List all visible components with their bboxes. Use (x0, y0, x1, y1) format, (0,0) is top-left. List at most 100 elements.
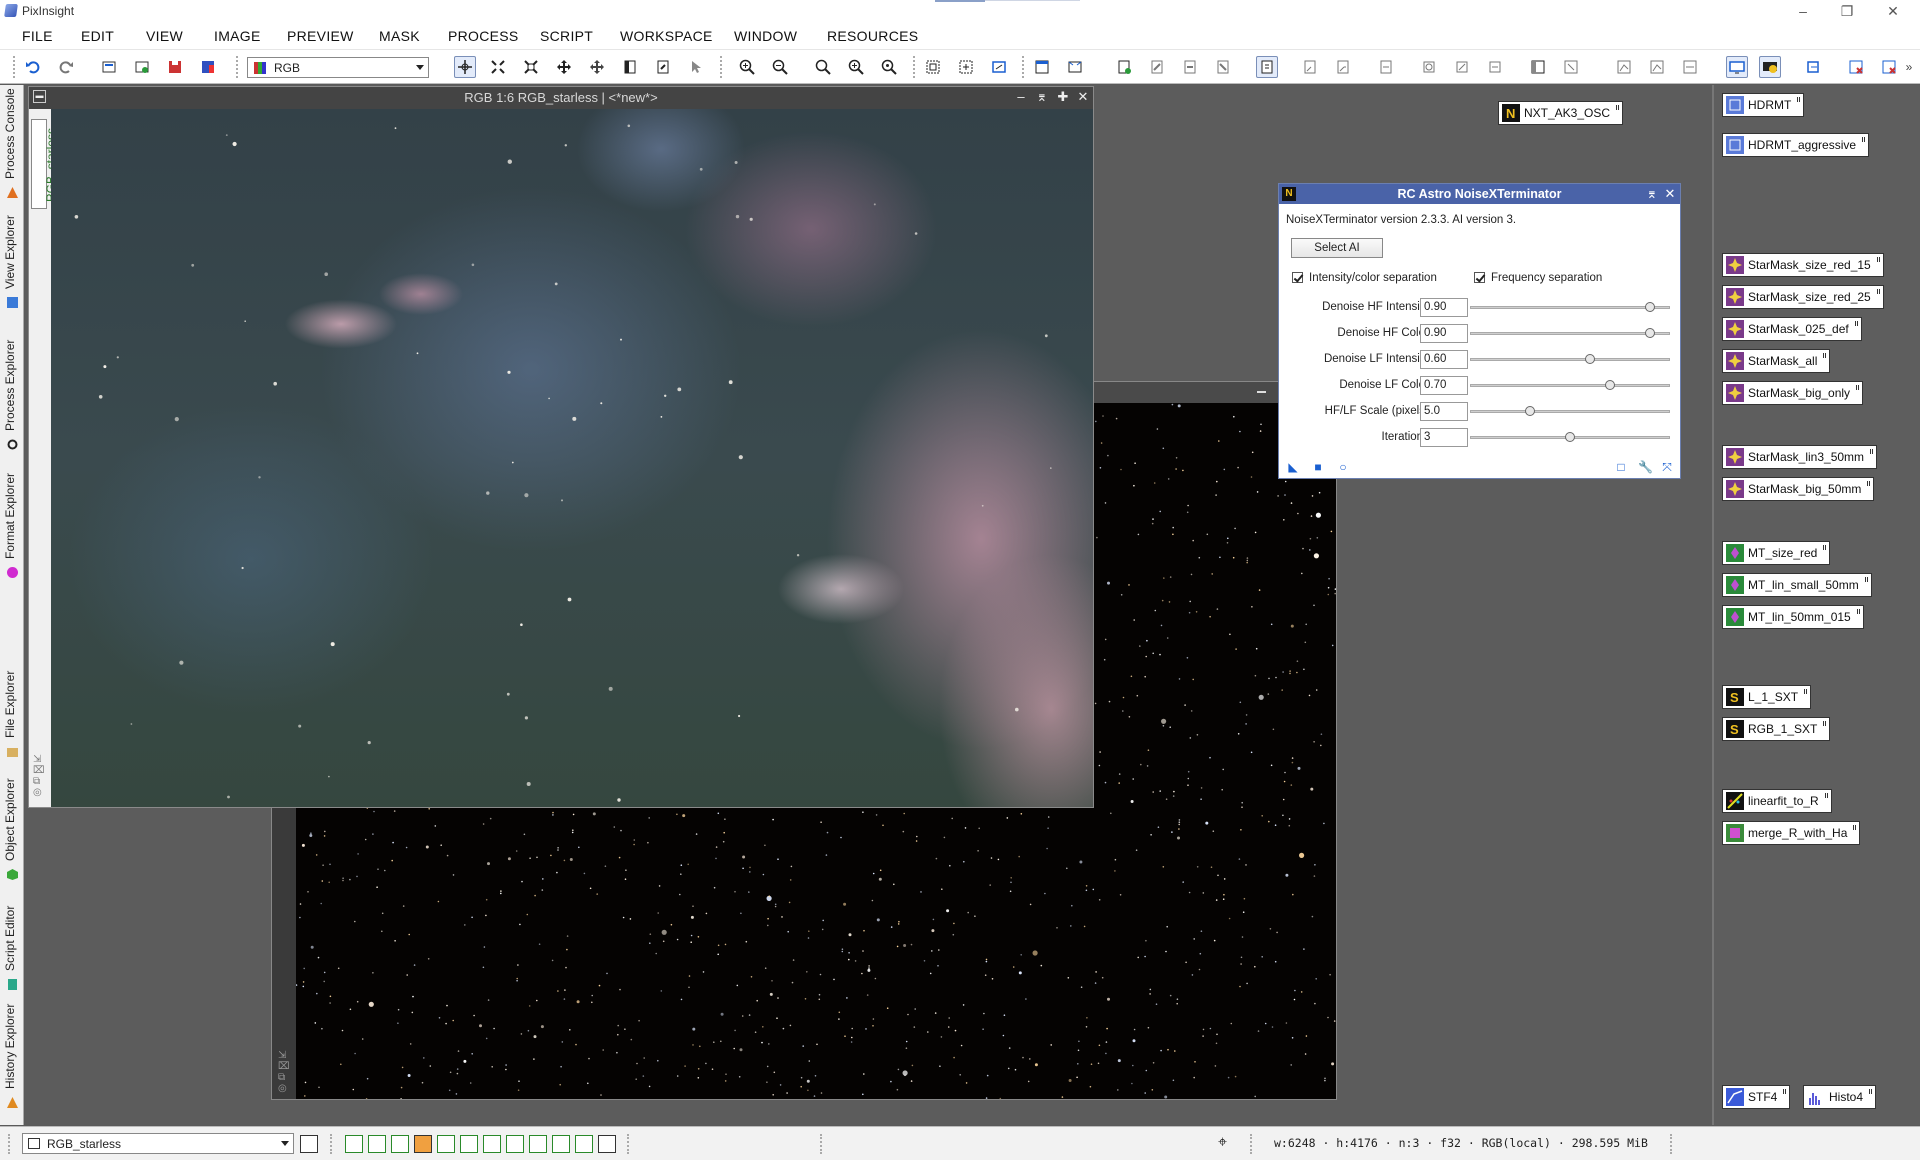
statusbar-grip-6[interactable] (1670, 1134, 1674, 1154)
screen-stf-alt-icon[interactable] (1759, 56, 1781, 78)
process-icon-mt-lin-small-50mm[interactable]: MT_lin_small_50mm (1722, 573, 1872, 597)
screen-stf-icon[interactable] (1726, 56, 1748, 78)
open-image-icon[interactable] (131, 56, 153, 78)
maximize-icon[interactable]: ✚ (1055, 89, 1071, 105)
process-icon-starmask-all[interactable]: StarMask_all (1722, 349, 1831, 373)
stf-icon[interactable] (1613, 56, 1635, 78)
pointer-icon[interactable] (685, 56, 707, 78)
zoom-1-1-icon[interactable] (812, 56, 834, 78)
process-icon-starmask-size-red-25[interactable]: StarMask_size_red_25 (1722, 285, 1884, 309)
param-value-input[interactable]: 3 (1420, 428, 1468, 447)
menu-resources[interactable]: RESOURCES (827, 28, 918, 44)
display-mode-1-icon[interactable] (506, 1135, 524, 1153)
process-new-instance-icon[interactable] (1113, 56, 1135, 78)
slider-knob[interactable] (1605, 380, 1615, 390)
pan-mode-icon[interactable] (553, 56, 575, 78)
mask-show-icon[interactable] (1299, 56, 1321, 78)
mask-invert-icon[interactable] (1332, 56, 1354, 78)
menu-preview[interactable]: PREVIEW (287, 28, 354, 44)
frequency-separation-checkbox[interactable]: Frequency separation (1474, 272, 1602, 284)
channel-a-icon[interactable] (483, 1135, 501, 1153)
param-value-input[interactable]: 5.0 (1420, 402, 1468, 421)
process-track-icon[interactable] (1179, 56, 1201, 78)
statusbar-grip-5[interactable] (1250, 1134, 1254, 1154)
param-slider[interactable] (1470, 332, 1670, 335)
starless-image-canvas[interactable] (51, 109, 1093, 807)
slider-knob[interactable] (1525, 406, 1535, 416)
shade-icon[interactable]: ⌆ (1644, 186, 1660, 202)
display-mode-3-icon[interactable] (552, 1135, 570, 1153)
statusbar-grip[interactable] (8, 1134, 12, 1154)
window-expand-icon[interactable] (1064, 56, 1086, 78)
param-slider[interactable] (1470, 410, 1670, 413)
param-value-input[interactable]: 0.70 (1420, 376, 1468, 395)
toolbar-grip-5[interactable] (1022, 56, 1026, 78)
process-icon-rgb-1-sxt[interactable]: S RGB_1_SXT (1722, 717, 1831, 741)
process-icon-hdrmt[interactable]: HDRMT (1722, 93, 1805, 117)
menu-edit[interactable]: EDIT (81, 28, 114, 44)
tab-format-explorer[interactable]: Format Explorer (0, 457, 24, 583)
process-icon-stf4[interactable]: STF4 (1722, 1085, 1791, 1109)
channel-c-icon[interactable] (460, 1135, 478, 1153)
tab-file-explorer[interactable]: File Explorer (0, 650, 24, 762)
dialog-header[interactable]: N RC Astro NoiseXTerminator ⌆ ✕ (1279, 184, 1680, 204)
zoom-in-icon[interactable] (736, 56, 758, 78)
edit-preview-icon[interactable] (652, 56, 674, 78)
param-value-input[interactable]: 0.90 (1420, 298, 1468, 317)
preferences-icon[interactable]: 🔧 (1638, 460, 1653, 474)
minimize-icon[interactable]: – (1013, 89, 1029, 105)
undo-icon[interactable] (22, 56, 44, 78)
display-mode-5-icon[interactable] (598, 1135, 616, 1153)
new-instance-icon[interactable]: ◣ (1286, 460, 1300, 474)
zoom-optimal-icon[interactable] (878, 56, 900, 78)
process-icon-linearfit-to-r[interactable]: linearfit_to_R (1722, 789, 1832, 813)
slider-knob[interactable] (1585, 354, 1595, 364)
param-slider[interactable] (1470, 306, 1670, 309)
menu-mask[interactable]: MASK (379, 28, 420, 44)
menu-view[interactable]: VIEW (146, 28, 183, 44)
slider-knob[interactable] (1645, 328, 1655, 338)
tab-process-console[interactable]: Process Console (0, 85, 24, 203)
sidebar-tool-icons[interactable]: ⇲ ⌧ ⧉ ◎ (33, 754, 47, 798)
param-slider[interactable] (1470, 358, 1670, 361)
zoom-fit-icon[interactable] (845, 56, 867, 78)
preview-store-icon[interactable] (1451, 56, 1473, 78)
statusbar-grip-3[interactable] (627, 1134, 631, 1154)
explorer-format-icon[interactable] (1560, 56, 1582, 78)
process-icon-hdrmt-aggressive[interactable]: HDRMT_aggressive (1722, 133, 1870, 157)
close-icon[interactable]: ✕ (1075, 89, 1091, 105)
zoom-in-mode-icon[interactable] (487, 56, 509, 78)
crosshair-icon[interactable]: ⌖ (1218, 1134, 1227, 1152)
statusbar-grip-4[interactable] (820, 1134, 824, 1154)
fit-view-icon[interactable] (922, 56, 944, 78)
process-icon-mt-size-red[interactable]: MT_size_red (1722, 541, 1831, 565)
process-icon-histo4[interactable]: Histo4 (1803, 1085, 1877, 1109)
link-view-icon[interactable] (1802, 56, 1824, 78)
process-icon-mt-lin-50mm-015[interactable]: MT_lin_50mm_015 (1722, 605, 1864, 629)
reset-icon[interactable]: ⤧ (1660, 460, 1674, 474)
redo-icon[interactable] (55, 56, 77, 78)
minimize-icon[interactable] (1257, 391, 1266, 393)
statusbar-grip-2[interactable] (330, 1134, 334, 1154)
minimize-window-button[interactable]: – (1782, 1, 1824, 21)
channel-r-icon[interactable] (368, 1135, 386, 1153)
view-tab-rgb-starless[interactable]: RGB_starless (31, 119, 58, 209)
menu-workspace[interactable]: WORKSPACE (620, 28, 713, 44)
process-icon-merge-r-with-ha[interactable]: merge_R_with_Ha (1722, 821, 1861, 845)
param-value-input[interactable]: 0.90 (1420, 324, 1468, 343)
image-window-starless[interactable]: ▬ RGB 1:6 RGB_starless | <*new*> – ⌆ ✚ ✕… (28, 86, 1094, 808)
stf-auto-icon[interactable] (1646, 56, 1668, 78)
channel-g-icon[interactable] (391, 1135, 409, 1153)
save-image-icon[interactable] (164, 56, 186, 78)
channel-l-icon[interactable] (437, 1135, 455, 1153)
toolbar-grip[interactable] (13, 56, 17, 78)
preview-restore-icon[interactable] (1484, 56, 1506, 78)
stf-reset-icon[interactable] (1679, 56, 1701, 78)
process-icon-starmask-size-red-15[interactable]: StarMask_size_red_15 (1722, 253, 1884, 277)
process-icon-starmask-big-50mm[interactable]: StarMask_big_50mm (1722, 477, 1875, 501)
zoom-out-mode-icon[interactable] (520, 56, 542, 78)
tab-view-explorer[interactable]: View Explorer (0, 205, 24, 313)
slider-knob[interactable] (1565, 432, 1575, 442)
tab-script-editor[interactable]: Script Editor (0, 887, 24, 995)
close-icon[interactable]: ✕ (1662, 186, 1678, 202)
